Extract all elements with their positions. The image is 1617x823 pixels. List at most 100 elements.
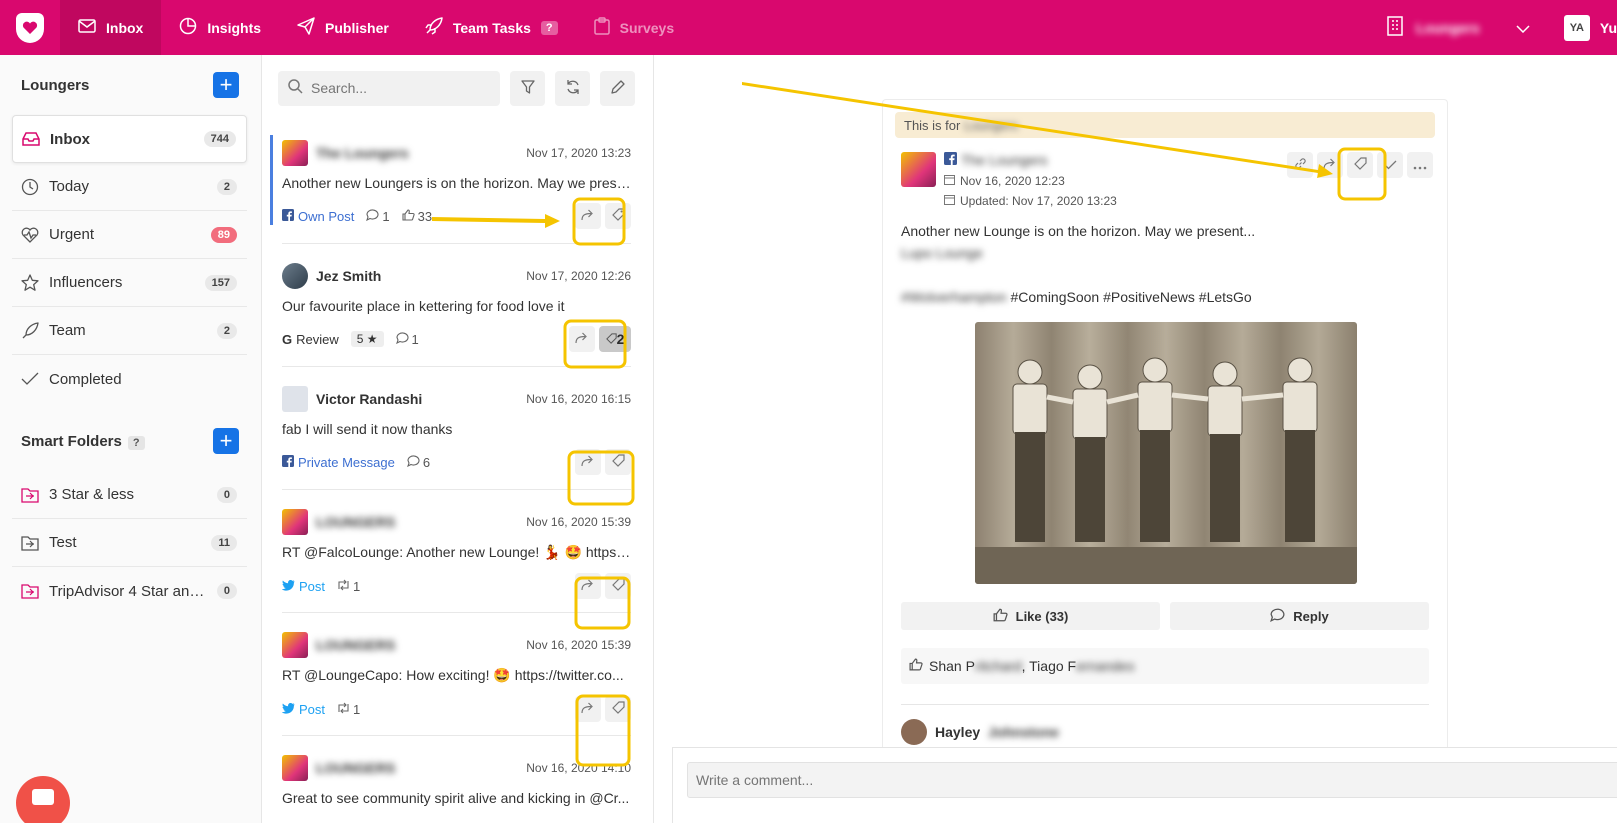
sidebar-item-today[interactable]: Today 2: [12, 163, 247, 211]
list-item[interactable]: The Loungers Nov 17, 2020 13:23 Another …: [270, 121, 631, 244]
team-tasks-help-badge[interactable]: ?: [540, 20, 558, 35]
comment-count: 1: [395, 332, 419, 347]
sidebar-item-label: Influencers: [49, 274, 123, 291]
liker-name-blurred: ernandes: [1076, 658, 1135, 674]
share-button[interactable]: [575, 203, 601, 229]
sidebar-item-inbox[interactable]: Inbox 744: [12, 115, 247, 163]
nav-surveys-label: Surveys: [619, 19, 675, 36]
search-input[interactable]: [311, 80, 490, 96]
share-arrow-icon: [575, 332, 589, 347]
inbox-icon: [22, 130, 40, 148]
comment-icon: [366, 208, 379, 224]
commenter-last-name: Johnstone: [988, 724, 1059, 740]
facebook-icon: [282, 454, 294, 470]
tag-icon: [611, 454, 625, 470]
more-options-button[interactable]: [1407, 152, 1433, 178]
message-source: Post: [281, 702, 325, 717]
liker-name: Shan P: [929, 658, 975, 674]
nav-publisher[interactable]: Publisher: [279, 0, 407, 55]
reply-button[interactable]: Reply: [1170, 602, 1429, 630]
post-image[interactable]: [975, 322, 1357, 584]
sidebar-item-urgent[interactable]: Urgent 89: [12, 211, 247, 259]
sidebar-item-influencers[interactable]: Influencers 157: [12, 259, 247, 307]
message-source: Own Post: [282, 208, 354, 224]
tag-button[interactable]: [605, 573, 631, 599]
list-item[interactable]: LOUNGERS Nov 16, 2020 15:39 RT @LoungeCa…: [281, 613, 631, 736]
liker-name-blurred: ritchard: [974, 658, 1022, 674]
app-logo[interactable]: [0, 0, 60, 55]
nav-insights[interactable]: Insights: [161, 0, 279, 55]
list-item[interactable]: LOUNGERS Nov 16, 2020 15:39 RT @FalcoLou…: [281, 490, 631, 613]
post-author[interactable]: The Loungers: [961, 152, 1047, 168]
sidebar-item-smart-folder[interactable]: 3 Star & less 0: [12, 471, 247, 519]
sidebar-item-label: Completed: [49, 370, 122, 388]
influencers-count-badge: 157: [204, 274, 237, 291]
top-navigation-bar: Inbox Insights Publisher Team Tasks ? Su…: [0, 0, 1617, 55]
tag-button[interactable]: [605, 696, 631, 722]
sidebar-item-smart-folder[interactable]: TripAdvisor 4 Star and ... 0: [12, 567, 247, 615]
tag-button[interactable]: [605, 203, 631, 229]
share-button[interactable]: [569, 326, 595, 352]
complete-button[interactable]: [1377, 152, 1403, 178]
share-arrow-icon: [1323, 157, 1337, 173]
share-button[interactable]: [575, 573, 601, 599]
list-item[interactable]: Victor Randashi Nov 16, 2020 16:15 fab I…: [282, 367, 631, 490]
nav-insights-label: Insights: [207, 19, 262, 36]
list-item[interactable]: Jez Smith Nov 17, 2020 12:26 Our favouri…: [282, 244, 631, 367]
comment-input[interactable]: [687, 762, 1617, 798]
list-item[interactable]: LOUNGERS Nov 16, 2020 14:10 Great to see…: [282, 736, 631, 823]
comment-count-value: 1: [382, 208, 390, 224]
tag-button[interactable]: [1347, 152, 1373, 178]
share-arrow-icon: [581, 579, 595, 594]
twitter-icon: [281, 579, 295, 594]
chevron-down-icon[interactable]: [1516, 20, 1530, 36]
nav-inbox-label: Inbox: [106, 19, 144, 36]
nav-team-tasks[interactable]: Team Tasks ?: [407, 0, 576, 55]
tag-button[interactable]: [605, 449, 631, 475]
link-button[interactable]: [1287, 152, 1313, 178]
urgent-count-badge: 89: [210, 226, 237, 243]
sidebar-item-label: Team: [49, 322, 86, 339]
pie-chart-icon: [179, 17, 197, 38]
add-folder-button[interactable]: +: [213, 72, 239, 98]
tag-count-button[interactable]: 2: [599, 326, 631, 352]
clock-icon: [21, 178, 39, 196]
like-button-label: Like (33): [1015, 608, 1069, 624]
refresh-button[interactable]: [555, 70, 590, 106]
liked-by-names: Shan Pritchard, Tiago Fernandes: [929, 658, 1134, 674]
comment-icon: [406, 454, 420, 470]
assignment-note: This is for Loungers: [895, 112, 1435, 138]
filter-button[interactable]: [510, 70, 545, 106]
share-button[interactable]: [575, 449, 601, 475]
sidebar-item-label: Inbox: [50, 130, 90, 148]
share-button[interactable]: [575, 696, 601, 722]
like-button[interactable]: Like (33): [901, 602, 1160, 630]
user-name[interactable]: Yu: [1600, 20, 1617, 36]
message-author: LOUNGERS: [316, 760, 396, 776]
post-created-date: Nov 16, 2020 12:23: [960, 174, 1065, 188]
sidebar-item-team[interactable]: Team 2: [12, 307, 247, 355]
post-action-bar: [1287, 152, 1433, 208]
sidebar-item-label: Test: [49, 534, 77, 551]
nav-inbox[interactable]: Inbox: [60, 0, 162, 55]
like-count-value: 33: [417, 208, 433, 224]
share-button[interactable]: [1317, 152, 1343, 178]
compose-button[interactable]: [600, 70, 635, 106]
account-switcher-name[interactable]: Loungers: [1416, 20, 1508, 36]
user-avatar[interactable]: YA: [1563, 14, 1590, 41]
ellipsis-icon: [1413, 157, 1427, 173]
sidebar-item-completed[interactable]: Completed: [12, 355, 247, 403]
commenter-first-name: Hayley: [935, 724, 981, 740]
message-source-label: Post: [299, 578, 326, 594]
nav-surveys[interactable]: Surveys: [576, 0, 692, 55]
like-count: 33: [402, 209, 432, 224]
sidebar-item-smart-folder[interactable]: Test 11: [12, 519, 247, 567]
chat-launcher-button[interactable]: [16, 776, 70, 823]
smart-folders-help-badge[interactable]: ?: [127, 435, 145, 450]
facebook-icon: [282, 208, 294, 224]
paper-plane-icon: [297, 17, 315, 38]
retweet-count-value: 1: [353, 701, 361, 717]
tag-icon: [1353, 157, 1367, 173]
add-smart-folder-button[interactable]: +: [213, 428, 239, 454]
search-box[interactable]: [278, 70, 500, 106]
